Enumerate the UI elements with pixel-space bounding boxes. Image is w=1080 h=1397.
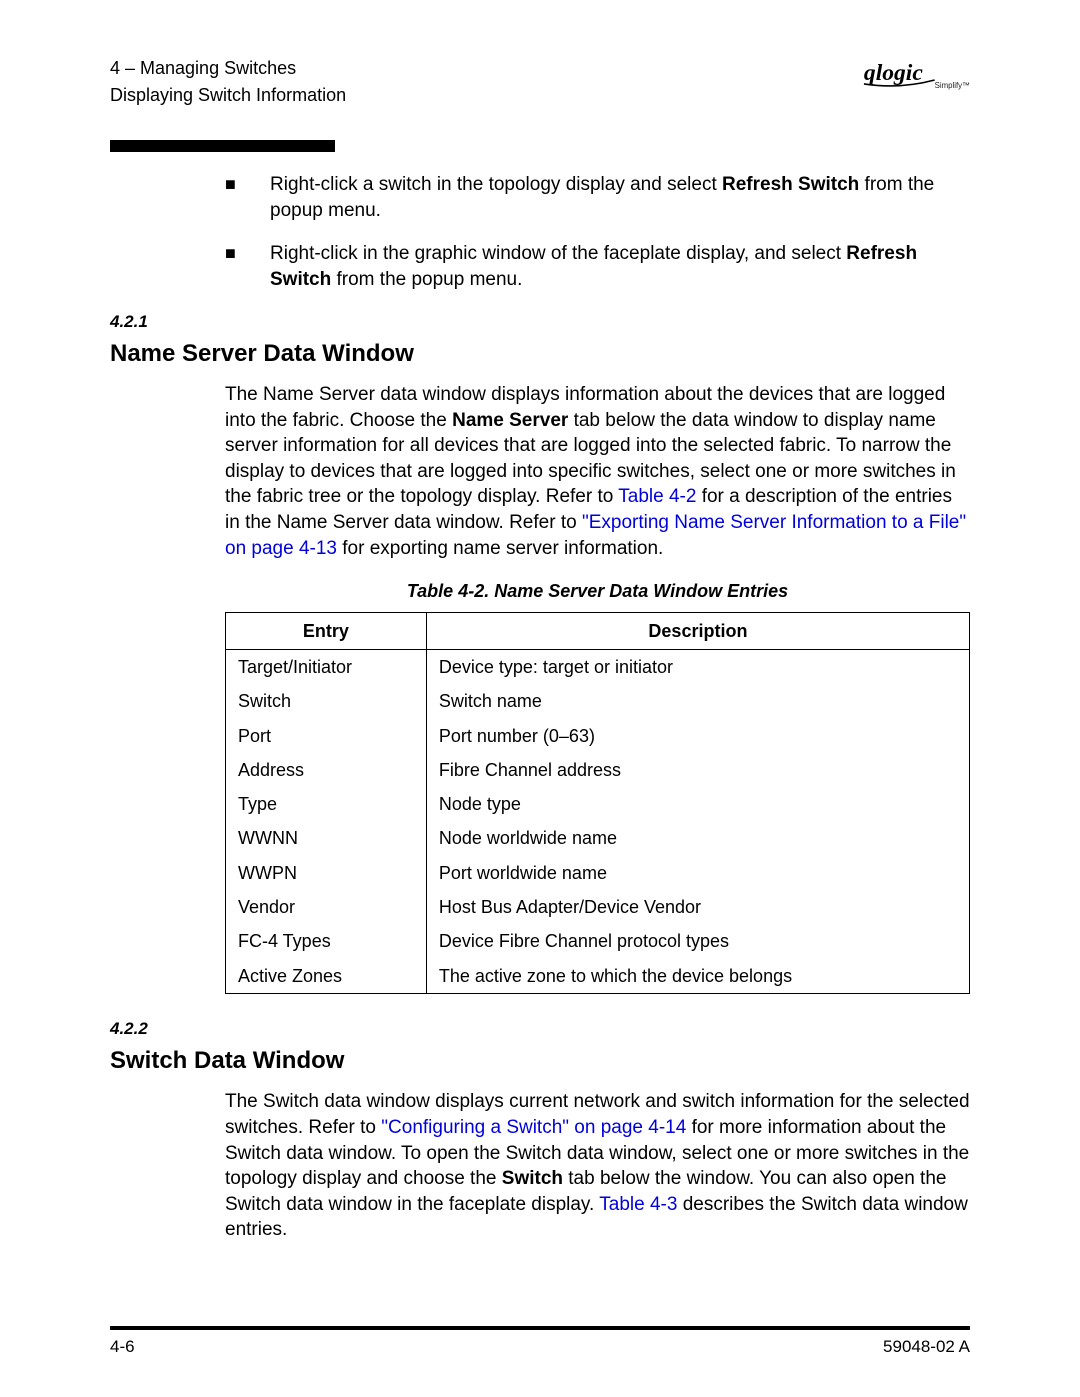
body-text-bold: Switch xyxy=(502,1168,563,1189)
breadcrumb-subsection: Displaying Switch Information xyxy=(110,82,970,109)
page-footer: 4-6 59048-02 A xyxy=(110,1326,970,1359)
section-title: Name Server Data Window xyxy=(110,338,970,370)
footer-rule xyxy=(110,1326,970,1330)
table-cell-description: Node worldwide name xyxy=(426,821,969,855)
section-title: Switch Data Window xyxy=(110,1045,970,1077)
page-header: 4 – Managing Switches Displaying Switch … xyxy=(110,55,970,130)
header-rule xyxy=(110,140,335,152)
table-header-description: Description xyxy=(426,612,969,649)
cross-ref-link[interactable]: Table 4-3 xyxy=(599,1194,677,1215)
list-text: Right-click a switch in the topology dis… xyxy=(270,174,722,195)
table-cell-description: The active zone to which the device belo… xyxy=(426,959,969,994)
table-header-row: Entry Description xyxy=(226,612,970,649)
list-item: Right-click a switch in the topology dis… xyxy=(225,172,970,223)
table-row: Target/InitiatorDevice type: target or i… xyxy=(226,649,970,684)
table-cell-entry: WWPN xyxy=(226,856,427,890)
doc-id: 59048-02 A xyxy=(883,1336,970,1359)
svg-text:qlogic: qlogic xyxy=(864,60,923,86)
table-cell-description: Port number (0–63) xyxy=(426,719,969,753)
table-caption: Table 4-2. Name Server Data Window Entri… xyxy=(225,579,970,603)
table-cell-entry: Address xyxy=(226,753,427,787)
table-cell-description: Device Fibre Channel protocol types xyxy=(426,924,969,958)
table-cell-description: Fibre Channel address xyxy=(426,753,969,787)
table-cell-description: Host Bus Adapter/Device Vendor xyxy=(426,890,969,924)
cross-ref-link[interactable]: "Configuring a Switch" on page 4-14 xyxy=(381,1117,686,1138)
paragraph: The Switch data window displays current … xyxy=(225,1089,970,1243)
bullet-list: Right-click a switch in the topology dis… xyxy=(225,172,970,293)
table-row: WWNNNode worldwide name xyxy=(226,821,970,855)
body-text: for exporting name server information. xyxy=(337,538,663,559)
list-text-bold: Refresh Switch xyxy=(722,174,859,195)
cross-ref-link[interactable]: Table 4-2 xyxy=(618,486,696,507)
table-cell-entry: WWNN xyxy=(226,821,427,855)
table-cell-entry: FC-4 Types xyxy=(226,924,427,958)
table-cell-entry: Active Zones xyxy=(226,959,427,994)
table-row: TypeNode type xyxy=(226,787,970,821)
table-cell-description: Port worldwide name xyxy=(426,856,969,890)
paragraph: The Name Server data window displays inf… xyxy=(225,382,970,561)
table-cell-entry: Target/Initiator xyxy=(226,649,427,684)
table-cell-entry: Port xyxy=(226,719,427,753)
table-row: PortPort number (0–63) xyxy=(226,719,970,753)
body-text-bold: Name Server xyxy=(452,410,568,431)
table-cell-entry: Type xyxy=(226,787,427,821)
list-text: from the popup menu. xyxy=(331,269,522,290)
list-item: Right-click in the graphic window of the… xyxy=(225,241,970,292)
section-number: 4.2.2 xyxy=(110,1018,970,1041)
list-text: Right-click in the graphic window of the… xyxy=(270,243,846,264)
table-row: VendorHost Bus Adapter/Device Vendor xyxy=(226,890,970,924)
page-content: Right-click a switch in the topology dis… xyxy=(110,152,970,1243)
table-row: SwitchSwitch name xyxy=(226,684,970,718)
table-cell-description: Node type xyxy=(426,787,969,821)
table-cell-description: Device type: target or initiator xyxy=(426,649,969,684)
table-cell-entry: Vendor xyxy=(226,890,427,924)
table-cell-entry: Switch xyxy=(226,684,427,718)
table-row: WWPNPort worldwide name xyxy=(226,856,970,890)
table-row: AddressFibre Channel address xyxy=(226,753,970,787)
svg-text:Simplify™: Simplify™ xyxy=(935,81,970,90)
table-cell-description: Switch name xyxy=(426,684,969,718)
table-row: FC-4 TypesDevice Fibre Channel protocol … xyxy=(226,924,970,958)
section-number: 4.2.1 xyxy=(110,311,970,334)
table-row: Active ZonesThe active zone to which the… xyxy=(226,959,970,994)
breadcrumb-section: 4 – Managing Switches xyxy=(110,55,970,82)
qlogic-logo: qlogic Simplify™ xyxy=(860,55,970,105)
table-header-entry: Entry xyxy=(226,612,427,649)
page-number: 4-6 xyxy=(110,1336,135,1359)
name-server-table: Entry Description Target/InitiatorDevice… xyxy=(225,612,970,994)
